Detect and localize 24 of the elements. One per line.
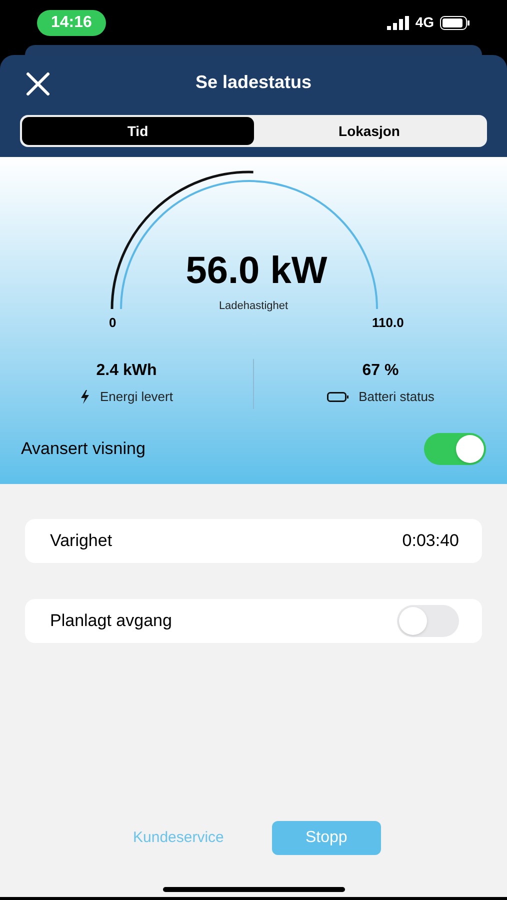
- status-time: 14:16: [37, 10, 106, 36]
- row-value: 0:03:40: [402, 530, 459, 552]
- signal-icon: [387, 16, 410, 30]
- stat-value: 67 %: [362, 361, 399, 381]
- battery-icon: [326, 392, 349, 402]
- battery-icon: [440, 16, 470, 30]
- tab[interactable]: Lokasjon: [254, 117, 485, 145]
- stat-label: Energi levert: [100, 388, 173, 406]
- setting-label: Avansert visning: [21, 438, 146, 460]
- stat-value: 2.4 kWh: [96, 361, 157, 381]
- row-label: Varighet: [50, 530, 112, 552]
- gauge-max: 110.0: [372, 314, 404, 332]
- close-button[interactable]: [24, 70, 52, 98]
- lightning-icon: [80, 390, 90, 404]
- tab[interactable]: Tid: [22, 117, 254, 145]
- toggle-switch[interactable]: [397, 605, 459, 637]
- stat-label: Batteri status: [358, 388, 434, 406]
- network-label: 4G: [415, 13, 434, 32]
- gauge-min: 0: [109, 314, 116, 332]
- screen-title: Se ladestatus: [195, 71, 312, 94]
- gauge-label: Ladehastighet: [218, 299, 288, 314]
- charge-power: 56.0 kW: [186, 252, 328, 290]
- toggle-switch[interactable]: [424, 433, 486, 465]
- row-label: Planlagt avgang: [50, 610, 172, 632]
